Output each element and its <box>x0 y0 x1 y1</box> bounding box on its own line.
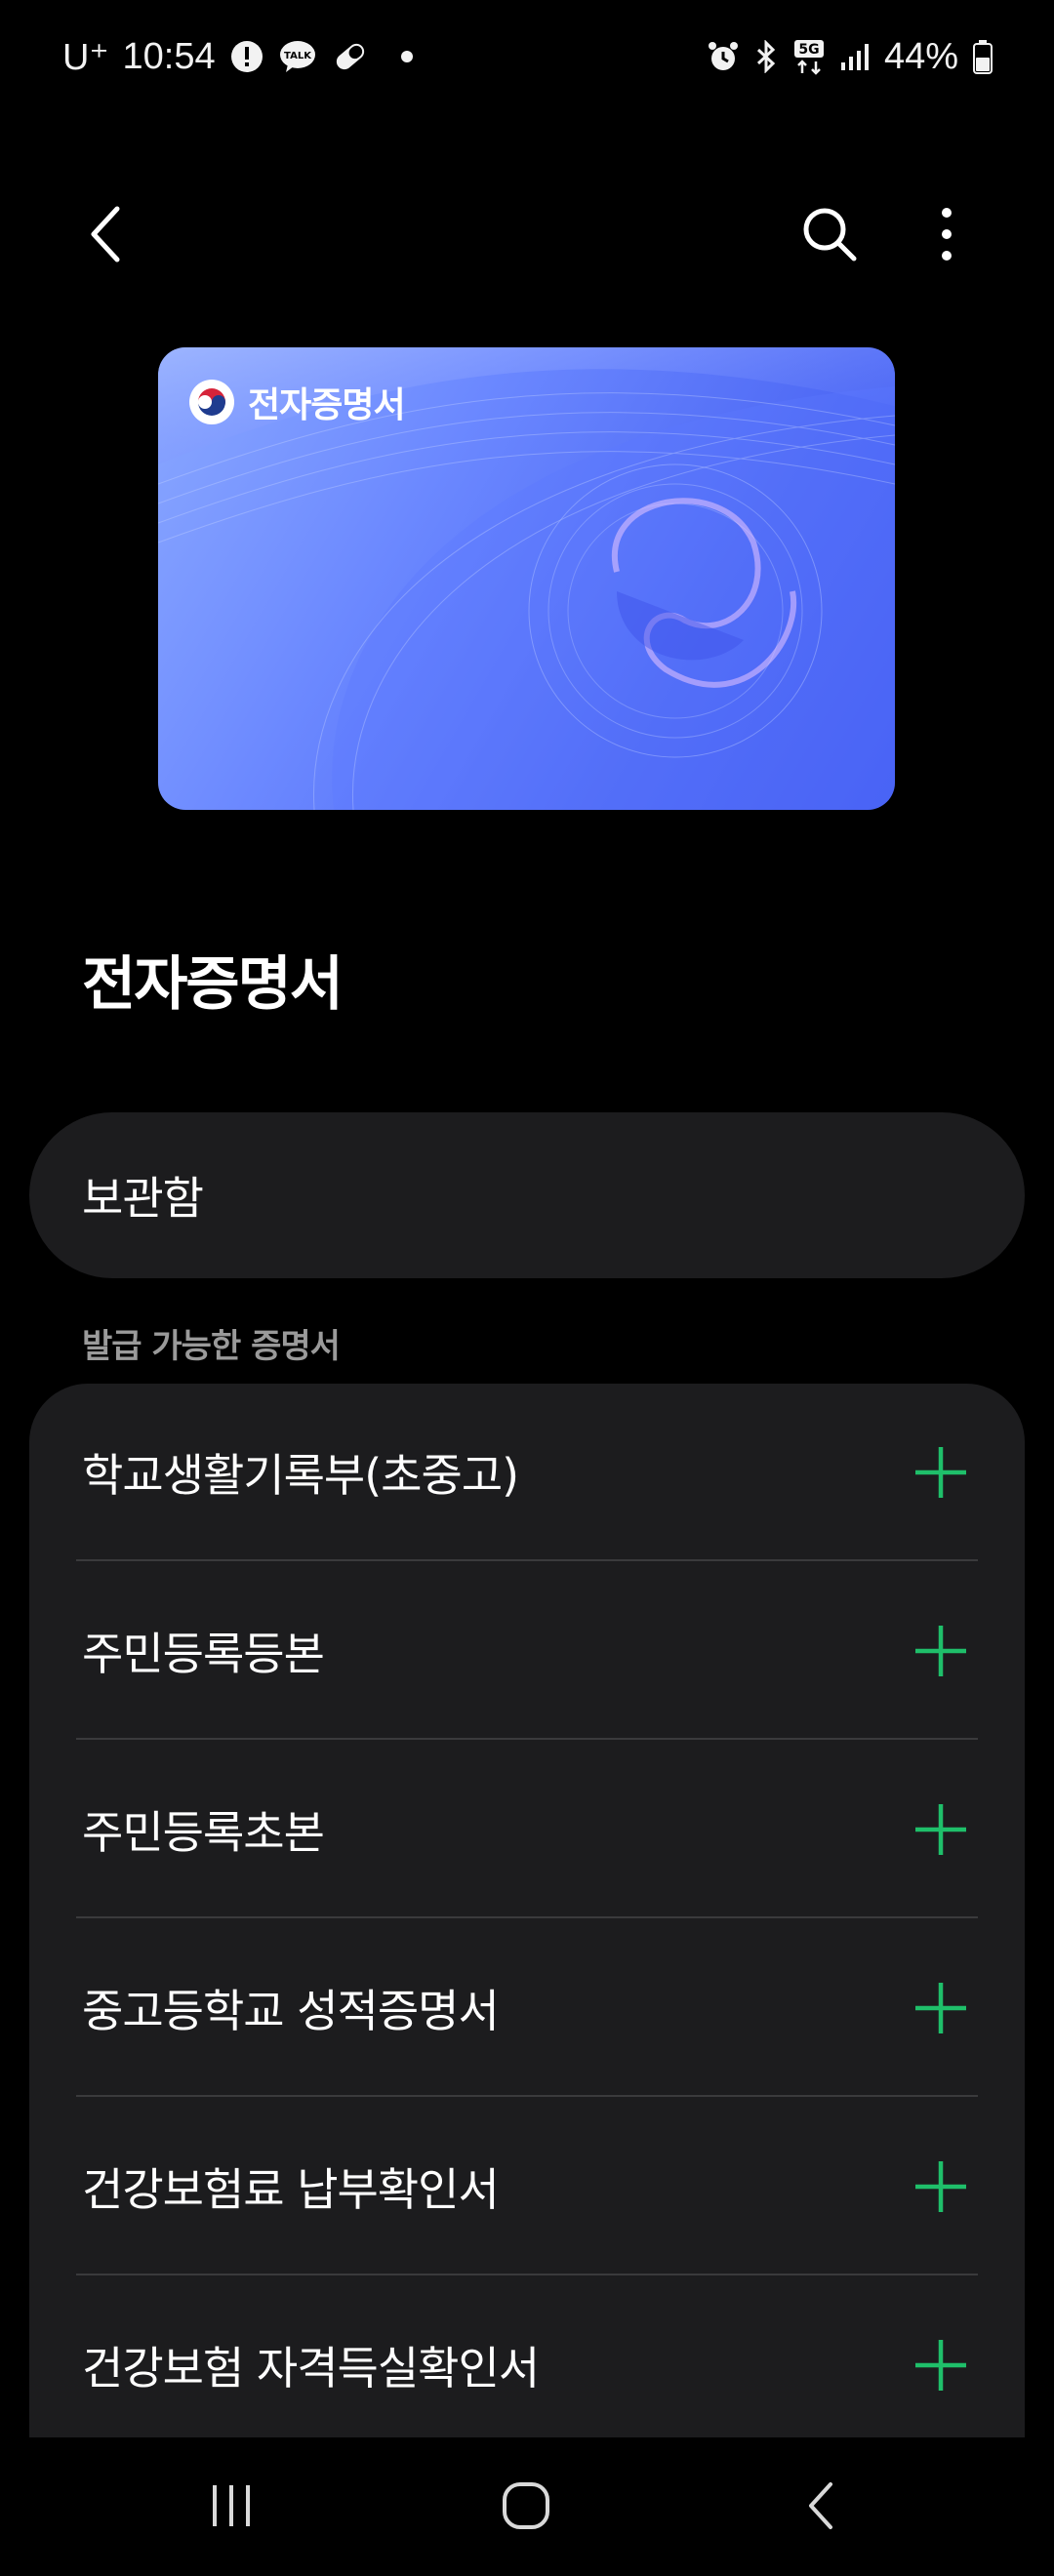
notification-dot <box>400 51 413 62</box>
recent-apps-icon <box>213 2485 250 2526</box>
kakaotalk-icon: TALK <box>278 39 317 74</box>
pill-icon <box>331 39 370 74</box>
recent-apps-button[interactable] <box>178 2467 285 2545</box>
more-icon <box>942 208 952 261</box>
add-icon[interactable] <box>910 1977 972 2039</box>
navigation-bar <box>0 2437 1054 2576</box>
storage-label: 보관함 <box>82 1172 204 1225</box>
carrier-label: U⁺ <box>62 36 109 78</box>
taegeuk-logo-icon <box>189 380 234 424</box>
certificate-item-resident-abstract[interactable]: 주민등록초본 <box>29 1740 1025 1918</box>
search-button[interactable] <box>792 197 867 271</box>
e-certificate-card[interactable]: 전자증명서 <box>158 347 895 810</box>
bluetooth-icon <box>753 40 779 73</box>
more-options-button[interactable] <box>910 197 984 271</box>
nav-back-button[interactable] <box>767 2467 874 2545</box>
app-bar <box>0 176 1054 293</box>
certificate-item-insurance-eligibility[interactable]: 건강보험 자격득실확인서 <box>29 2275 1025 2437</box>
battery-percent: 44% <box>883 35 958 77</box>
certificate-label: 건강보험료 납부확인서 <box>82 2162 500 2216</box>
certificate-item-transcript[interactable]: 중고등학교 성적증명서 <box>29 1918 1025 2097</box>
svg-text:5G: 5G <box>798 42 819 58</box>
certificate-item-school-record[interactable]: 학교생활기록부(초중고) <box>29 1384 1025 1561</box>
alert-icon <box>229 39 264 74</box>
back-icon <box>91 206 120 262</box>
add-icon[interactable] <box>910 1441 972 1504</box>
certificate-label: 주민등록등본 <box>82 1627 325 1680</box>
certificate-label: 학교생활기록부(초중고) <box>82 1449 519 1502</box>
status-bar: U⁺ 10:54 TALK 5G 44% <box>0 0 1054 113</box>
add-icon[interactable] <box>910 2155 972 2218</box>
card-title: 전자증명서 <box>248 385 406 425</box>
storage-button[interactable]: 보관함 <box>29 1112 1025 1278</box>
battery-icon <box>972 39 993 74</box>
back-button[interactable] <box>68 197 142 271</box>
certificate-label: 주민등록초본 <box>82 1805 325 1859</box>
signal-icon <box>839 41 871 72</box>
status-right: 5G 44% <box>707 36 993 78</box>
home-button[interactable] <box>472 2467 580 2545</box>
back-icon <box>809 2482 832 2529</box>
home-icon <box>503 2482 549 2529</box>
certificate-label: 건강보험 자격득실확인서 <box>82 2341 540 2395</box>
svg-text:TALK: TALK <box>284 51 312 61</box>
page-title: 전자증명서 <box>82 950 344 1019</box>
section-header: 발급 가능한 증명서 <box>82 1327 341 1366</box>
certificate-list: 학교생활기록부(초중고) 주민등록등본 주민등록초본 중고등학교 성적증명서 건… <box>29 1384 1025 2437</box>
clock: 10:54 <box>122 35 216 77</box>
card-header: 전자증명서 <box>189 377 406 427</box>
add-icon[interactable] <box>910 1798 972 1861</box>
status-left: U⁺ 10:54 TALK <box>62 35 413 79</box>
5g-icon: 5G <box>792 38 826 75</box>
certificate-item-insurance-payment[interactable]: 건강보험료 납부확인서 <box>29 2097 1025 2275</box>
certificate-label: 중고등학교 성적증명서 <box>82 1984 500 2037</box>
add-icon[interactable] <box>910 2334 972 2396</box>
certificate-item-resident-copy[interactable]: 주민등록등본 <box>29 1561 1025 1740</box>
add-icon[interactable] <box>910 1620 972 1682</box>
search-icon <box>803 208 857 262</box>
alarm-icon <box>707 40 740 73</box>
